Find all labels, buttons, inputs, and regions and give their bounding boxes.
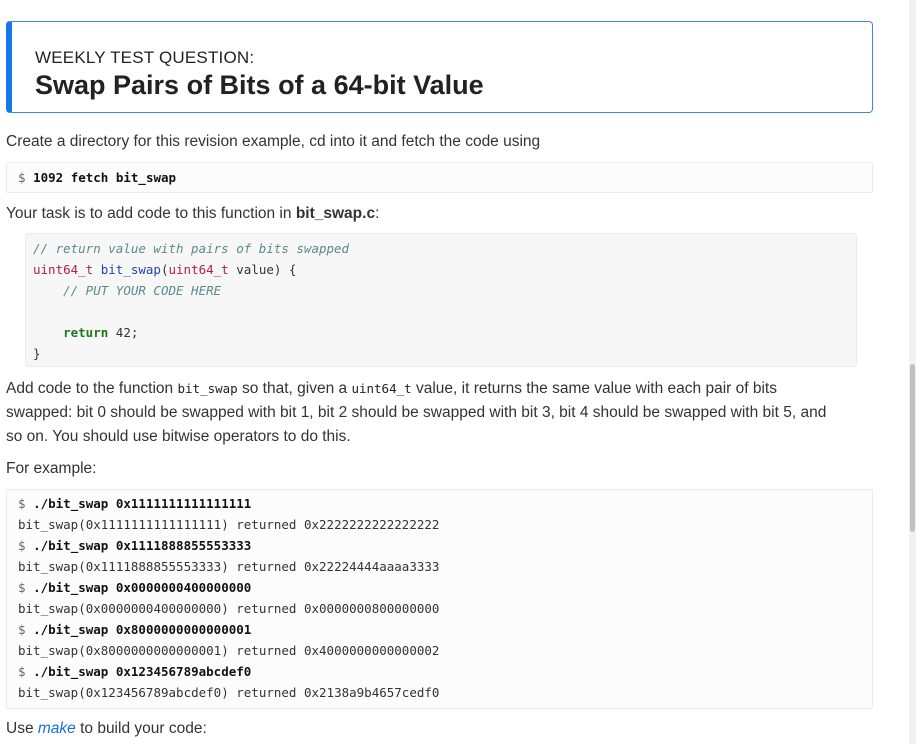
terminal-command: ./bit_swap 0x123456789abcdef0: [33, 664, 252, 679]
example-terminal-block: $ ./bit_swap 0x1111111111111111 bit_swap(…: [6, 489, 873, 709]
code-return-value: 42;: [108, 325, 139, 340]
terminal-command: ./bit_swap 0x1111111111111111: [33, 496, 252, 511]
terminal-command-line: $ ./bit_swap 0x8000000000000001: [18, 622, 251, 637]
terminal-command: ./bit_swap 0x8000000000000001: [33, 622, 252, 637]
example-heading: For example:: [6, 460, 97, 477]
function-code-block: // return value with pairs of bits swapp…: [25, 233, 857, 367]
build-suffix: to build your code:: [75, 720, 207, 737]
terminal-command-line: $ ./bit_swap 0x0000000400000000: [18, 580, 251, 595]
description-line-1: Add code to the function bit_swap so tha…: [6, 377, 866, 401]
code-close-brace: }: [33, 346, 41, 361]
description-part: value, it returns the same value with ea…: [411, 380, 777, 397]
terminal-output-line: bit_swap(0x1111111111111111) returned 0x…: [18, 517, 439, 532]
shell-prompt: $: [18, 496, 34, 511]
terminal-command: ./bit_swap 0x0000000400000000: [33, 580, 252, 595]
scrollbar-track[interactable]: [909, 0, 916, 744]
code-line-3: // PUT YOUR CODE HERE: [33, 283, 221, 298]
terminal-command: ./bit_swap 0x1111888855553333: [33, 538, 252, 553]
code-param: value) {: [228, 262, 297, 277]
make-link[interactable]: make: [38, 720, 76, 737]
description-part: so that, given a: [237, 380, 352, 397]
build-prefix: Use: [6, 720, 38, 737]
shell-prompt: $: [18, 170, 34, 185]
description-line-3: so on. You should use bitwise operators …: [6, 428, 351, 445]
task-text: Your task is to add code to this functio…: [6, 202, 379, 226]
question-header: WEEKLY TEST QUESTION: Swap Pairs of Bits…: [6, 21, 873, 113]
question-label: WEEKLY TEST QUESTION:: [35, 48, 255, 67]
code-function-name: bit_swap: [100, 262, 161, 277]
description-part: Add code to the function: [6, 380, 178, 397]
shell-prompt: $: [18, 622, 34, 637]
code-comment: // return value with pairs of bits swapp…: [33, 241, 350, 256]
terminal-output-line: bit_swap(0x8000000000000001) returned 0x…: [18, 643, 439, 658]
intro-text: Create a directory for this revision exa…: [6, 133, 541, 150]
code-return-type: uint64_t: [33, 262, 94, 277]
scrollbar-thumb[interactable]: [910, 364, 915, 532]
terminal-command-line: $ ./bit_swap 0x1111888855553333: [18, 538, 251, 553]
code-line-1: // return value with pairs of bits swapp…: [33, 241, 349, 256]
code-param-type: uint64_t: [168, 262, 229, 277]
shell-prompt: $: [18, 538, 34, 553]
build-text: Use make to build your code:: [6, 717, 207, 741]
description-text: Add code to the function bit_swap so tha…: [6, 377, 866, 449]
description-line-2: swapped: bit 0 should be swapped with bi…: [6, 404, 827, 421]
terminal-output: bit_swap(0x8000000000000001) returned 0x…: [18, 643, 440, 658]
terminal-output: bit_swap(0x123456789abcdef0) returned 0x…: [18, 685, 440, 700]
fetch-command-block: $ 1092 fetch bit_swap: [6, 162, 873, 193]
code-return-keyword: return: [63, 325, 109, 340]
shell-prompt: $: [18, 664, 34, 679]
code-paren: (: [160, 262, 169, 277]
inline-code-uint64: uint64_t: [351, 381, 412, 396]
inline-code-bit-swap: bit_swap: [177, 381, 238, 396]
code-line-6: }: [33, 346, 41, 361]
code-line-2: uint64_t bit_swap(uint64_t value) {: [33, 262, 296, 277]
terminal-command-line: $ ./bit_swap 0x123456789abcdef0: [18, 664, 251, 679]
terminal-command-line: $ ./bit_swap 0x1111111111111111: [18, 496, 251, 511]
terminal-output-line: bit_swap(0x1111888855553333) returned 0x…: [18, 559, 439, 574]
terminal-output-line: bit_swap(0x0000000400000000) returned 0x…: [18, 601, 439, 616]
terminal-output: bit_swap(0x1111888855553333) returned 0x…: [18, 559, 440, 574]
code-line-5: return 42;: [33, 325, 138, 340]
shell-prompt: $: [18, 580, 34, 595]
terminal-output: bit_swap(0x0000000400000000) returned 0x…: [18, 601, 440, 616]
task-suffix: :: [375, 205, 380, 222]
task-file: bit_swap.c: [295, 205, 376, 222]
fetch-command-line: $ 1092 fetch bit_swap: [18, 170, 176, 185]
task-prefix: Your task is to add code to this functio…: [6, 205, 296, 222]
code-placeholder-comment: // PUT YOUR CODE HERE: [63, 283, 222, 298]
fetch-command: 1092 fetch bit_swap: [33, 170, 177, 185]
page-title: Swap Pairs of Bits of a 64-bit Value: [35, 70, 484, 100]
terminal-output-line: bit_swap(0x123456789abcdef0) returned 0x…: [18, 685, 439, 700]
terminal-output: bit_swap(0x1111111111111111) returned 0x…: [18, 517, 440, 532]
